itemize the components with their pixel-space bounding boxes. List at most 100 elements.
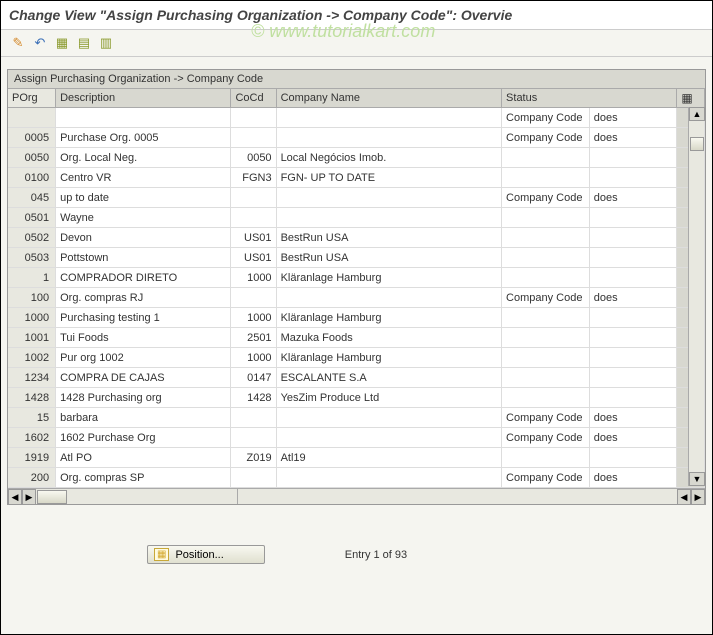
cell-status1[interactable] xyxy=(502,208,590,228)
cell-cocd[interactable] xyxy=(231,408,276,428)
cell-cocd[interactable] xyxy=(231,468,276,488)
cell-company[interactable]: FGN- UP TO DATE xyxy=(276,168,501,188)
scroll-up-button[interactable]: ▲ xyxy=(689,107,705,121)
cell-company[interactable] xyxy=(276,288,501,308)
scroll-right-button-2[interactable]: ▶ xyxy=(691,489,705,505)
table-settings-cell[interactable]: ▦ xyxy=(677,89,705,108)
cell-company[interactable] xyxy=(276,408,501,428)
cell-status1[interactable] xyxy=(502,168,590,188)
cell-status2[interactable]: does xyxy=(589,428,677,448)
cell-porg[interactable]: 1234 xyxy=(8,368,56,388)
cell-porg[interactable]: 0050 xyxy=(8,148,56,168)
table-row[interactable]: 0502DevonUS01BestRun USA xyxy=(8,228,705,248)
cell-company[interactable]: Kläranlage Hamburg xyxy=(276,308,501,328)
vertical-scrollbar[interactable]: ▲ ▼ xyxy=(688,107,704,486)
cell-description[interactable]: Pottstown xyxy=(56,248,231,268)
cell-company[interactable]: BestRun USA xyxy=(276,248,501,268)
cell-company[interactable] xyxy=(276,208,501,228)
cell-porg[interactable]: 200 xyxy=(8,468,56,488)
cell-status1[interactable] xyxy=(502,368,590,388)
cell-cocd[interactable]: US01 xyxy=(231,248,276,268)
cell-cocd[interactable]: 1000 xyxy=(231,308,276,328)
cell-description[interactable]: COMPRADOR DIRETO xyxy=(56,268,231,288)
cell-status2[interactable]: does xyxy=(589,408,677,428)
cell-porg[interactable]: 0005 xyxy=(8,128,56,148)
cell-status2[interactable]: does xyxy=(589,468,677,488)
table-row[interactable]: 0005Purchase Org. 0005Company Codedoes xyxy=(8,128,705,148)
position-button[interactable]: ▦ Position... xyxy=(147,545,265,564)
table-row[interactable]: 0050Org. Local Neg.0050Local Negócios Im… xyxy=(8,148,705,168)
cell-status1[interactable]: Company Code xyxy=(502,288,590,308)
cell-company[interactable]: Kläranlage Hamburg xyxy=(276,348,501,368)
cell-status2[interactable] xyxy=(589,148,677,168)
cell-status2[interactable] xyxy=(589,448,677,468)
cell-cocd[interactable] xyxy=(231,428,276,448)
cell-cocd[interactable] xyxy=(231,208,276,228)
col-header-description[interactable]: Description xyxy=(56,89,231,108)
cell-company[interactable]: BestRun USA xyxy=(276,228,501,248)
cell-cocd[interactable] xyxy=(231,128,276,148)
table-row[interactable]: Company Codedoes ▲ xyxy=(8,108,705,128)
cell-status1[interactable] xyxy=(502,248,590,268)
cell-porg[interactable] xyxy=(8,108,56,128)
cell-status2[interactable] xyxy=(589,328,677,348)
cell-porg[interactable]: 0100 xyxy=(8,168,56,188)
cell-company[interactable]: Mazuka Foods xyxy=(276,328,501,348)
change-icon[interactable]: ✎ xyxy=(9,34,27,52)
table-row[interactable]: 15barbaraCompany Codedoes xyxy=(8,408,705,428)
cell-cocd[interactable] xyxy=(231,108,276,128)
cell-company[interactable] xyxy=(276,188,501,208)
cell-status1[interactable]: Company Code xyxy=(502,108,590,128)
cell-status1[interactable]: Company Code xyxy=(502,468,590,488)
table-row[interactable]: 0503PottstownUS01BestRun USA xyxy=(8,248,705,268)
cell-description[interactable]: Org. compras SP xyxy=(56,468,231,488)
cell-description[interactable]: Org. compras RJ xyxy=(56,288,231,308)
cell-status1[interactable] xyxy=(502,348,590,368)
cell-porg[interactable]: 045 xyxy=(8,188,56,208)
cell-cocd[interactable]: 1428 xyxy=(231,388,276,408)
cell-cocd[interactable]: US01 xyxy=(231,228,276,248)
cell-cocd[interactable]: 2501 xyxy=(231,328,276,348)
cell-porg[interactable]: 1428 xyxy=(8,388,56,408)
cell-description[interactable]: Purchasing testing 1 xyxy=(56,308,231,328)
table-row[interactable]: 1000Purchasing testing 11000Kläranlage H… xyxy=(8,308,705,328)
cell-porg[interactable]: 1000 xyxy=(8,308,56,328)
table-row[interactable]: 0100Centro VRFGN3FGN- UP TO DATE xyxy=(8,168,705,188)
table-row[interactable]: 1001Tui Foods2501Mazuka Foods xyxy=(8,328,705,348)
cell-description[interactable]: barbara xyxy=(56,408,231,428)
cell-porg[interactable]: 0502 xyxy=(8,228,56,248)
cell-description[interactable]: Org. Local Neg. xyxy=(56,148,231,168)
cell-company[interactable]: Kläranlage Hamburg xyxy=(276,268,501,288)
cell-company[interactable]: Atl19 xyxy=(276,448,501,468)
cell-status2[interactable] xyxy=(589,368,677,388)
cell-status1[interactable] xyxy=(502,228,590,248)
horizontal-scrollbar[interactable]: ◀ ▶ ◀ ▶ xyxy=(8,488,705,504)
cell-description[interactable] xyxy=(56,108,231,128)
col-header-company[interactable]: Company Name xyxy=(276,89,501,108)
scroll-left-button[interactable]: ◀ xyxy=(8,489,22,505)
cell-description[interactable]: COMPRA DE CAJAS xyxy=(56,368,231,388)
cell-porg[interactable]: 1002 xyxy=(8,348,56,368)
col-header-status[interactable]: Status xyxy=(502,89,677,108)
deselect-icon[interactable]: ▥ xyxy=(97,34,115,52)
table-row[interactable]: 0501Wayne xyxy=(8,208,705,228)
cell-status1[interactable]: Company Code xyxy=(502,428,590,448)
cell-status1[interactable] xyxy=(502,308,590,328)
cell-status2[interactable]: does xyxy=(589,188,677,208)
cell-company[interactable]: Local Negócios Imob. xyxy=(276,148,501,168)
cell-cocd[interactable]: 0147 xyxy=(231,368,276,388)
scroll-thumb-horizontal-left[interactable] xyxy=(37,490,67,504)
cell-company[interactable] xyxy=(276,468,501,488)
cell-status2[interactable]: does xyxy=(589,108,677,128)
undo-icon[interactable]: ↶ xyxy=(31,34,49,52)
cell-cocd[interactable] xyxy=(231,288,276,308)
cell-status2[interactable] xyxy=(589,248,677,268)
table-row[interactable]: 100Org. compras RJCompany Codedoes xyxy=(8,288,705,308)
col-header-porg[interactable]: POrg xyxy=(8,89,56,108)
table-row[interactable]: 1002Pur org 10021000Kläranlage Hamburg xyxy=(8,348,705,368)
cell-company[interactable]: ESCALANTE S.A xyxy=(276,368,501,388)
cell-description[interactable]: Purchase Org. 0005 xyxy=(56,128,231,148)
cell-porg[interactable]: 1602 xyxy=(8,428,56,448)
cell-status2[interactable] xyxy=(589,168,677,188)
cell-status2[interactable] xyxy=(589,388,677,408)
